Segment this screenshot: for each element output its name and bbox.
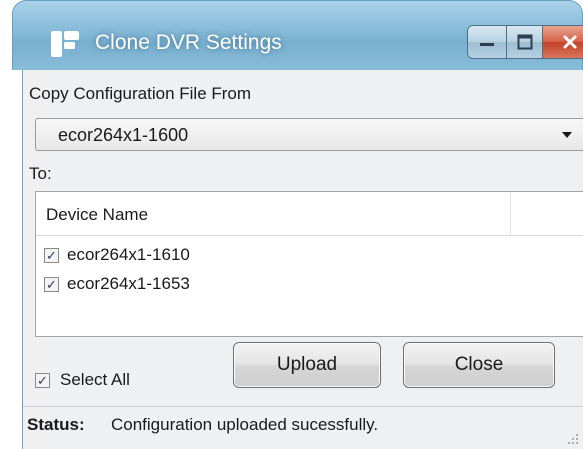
status-message: Configuration uploaded sucessfully. [111,415,379,434]
device-checkbox[interactable]: ✓ [44,276,59,292]
window-controls [467,25,583,59]
upload-button[interactable]: Upload [233,342,381,388]
close-button[interactable]: Close [403,342,555,388]
target-label: To: [29,164,52,183]
device-row[interactable]: ✓ ecor264x1-1653 [44,272,344,296]
device-list[interactable]: Device Name ✓ ecor264x1-1610 ✓ ecor264x1… [35,191,583,337]
source-dvr-dropdown[interactable]: ecor264x1-1600 [35,118,583,151]
minimize-button[interactable] [468,26,508,58]
source-label: Copy Configuration File From [29,84,252,103]
device-row[interactable]: ✓ ecor264x1-1610 [44,243,344,267]
device-checkbox[interactable]: ✓ [44,247,59,263]
column-divider[interactable] [510,192,511,236]
device-name: ecor264x1-1653 [67,274,190,293]
source-dvr-value: ecor264x1-1600 [58,125,189,145]
title-bar[interactable]: Clone DVR Settings [12,0,583,70]
close-icon [563,35,577,49]
dropdown-arrow-icon [562,132,572,138]
check-icon: ✓ [46,276,57,292]
maximize-button[interactable] [507,26,543,58]
select-all-box[interactable]: ✓ [35,372,50,388]
resize-grip-icon[interactable] [565,431,579,445]
check-icon: ✓ [46,247,57,263]
device-name: ecor264x1-1610 [67,245,190,264]
device-list-header: Device Name [36,192,583,236]
column-header-device-name[interactable]: Device Name [46,205,148,225]
select-all-label: Select All [60,370,130,389]
select-all-checkbox[interactable]: ✓ Select All [35,370,130,390]
window-title: Clone DVR Settings [95,31,282,54]
check-icon: ✓ [37,372,48,388]
app-icon [51,31,79,57]
status-bar: Status: Configuration uploaded sucessful… [22,406,583,449]
minimize-icon [480,43,495,46]
maximize-icon [517,34,533,50]
dialog-body: Copy Configuration File From ecor264x1-1… [22,70,583,406]
status-label: Status: [27,415,85,434]
close-window-button[interactable] [542,26,583,58]
